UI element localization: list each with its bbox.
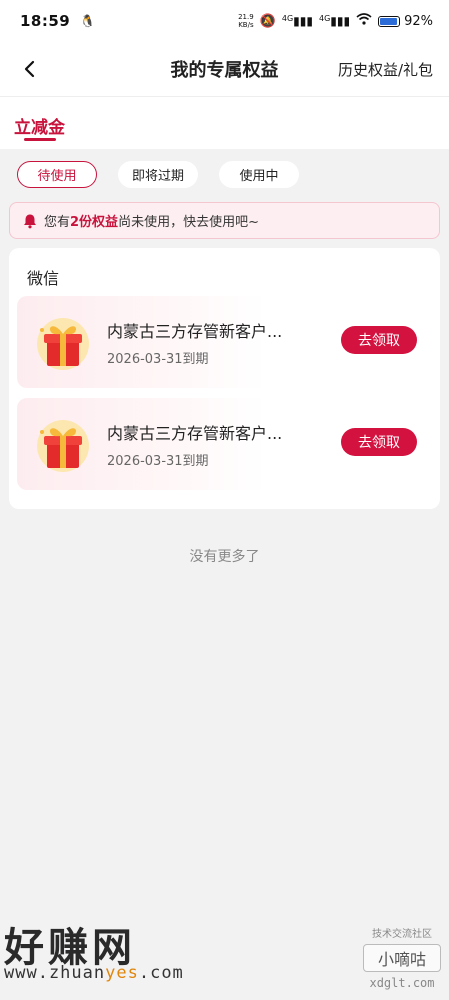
section-title: 微信 xyxy=(27,269,60,288)
watermark-url-prefix: www.zhuan xyxy=(4,963,106,983)
watermark-url-suffix: .com xyxy=(138,963,184,983)
no-more-text: 没有更多了 xyxy=(189,549,260,565)
claim-button[interactable]: 去领取 xyxy=(341,428,417,456)
category-tabs: 立减金 xyxy=(0,96,449,149)
watermark-url: www.zhuanyes.com xyxy=(4,963,184,983)
list-item[interactable]: 内蒙古三方存管新客户... 2026-03-31到期 去领取 xyxy=(17,296,431,388)
tab-underline xyxy=(24,138,56,141)
item-expiry: 2026-03-31到期 xyxy=(107,352,209,367)
filter-pending[interactable]: 待使用 xyxy=(17,161,97,188)
history-link[interactable]: 历史权益/礼包 xyxy=(338,59,433,80)
net-speed-value: 21.9 xyxy=(238,13,254,21)
nav-bar: 我的专属权益 历史权益/礼包 xyxy=(0,42,449,96)
claim-button[interactable]: 去领取 xyxy=(341,326,417,354)
status-right: 21.9 KB/s 🔕 4G▮▮▮ 4G▮▮▮ 92% xyxy=(238,13,433,29)
signal-icon: 4G▮▮▮ xyxy=(281,14,313,28)
notice-suffix: 尚未使用，快去使用吧~ xyxy=(118,215,259,230)
item-expiry: 2026-03-31到期 xyxy=(107,454,209,469)
net-speed: 21.9 KB/s xyxy=(238,13,254,29)
item-name: 内蒙古三方存管新客户... xyxy=(107,424,283,443)
notice-highlight: 2份权益 xyxy=(70,215,119,230)
signal-icon-2: 4G▮▮▮ xyxy=(318,14,351,28)
gift-icon xyxy=(37,420,89,472)
mute-icon: 🔕 xyxy=(259,13,276,29)
filter-expiring[interactable]: 即将过期 xyxy=(118,161,198,188)
battery-indicator: 92% xyxy=(378,14,433,29)
wechat-section: 微信 内蒙古三方存管新客户... 2026-03-31到期 去领取 内蒙古三方存… xyxy=(9,248,440,509)
filter-in-use[interactable]: 使用中 xyxy=(219,161,299,188)
signal-label-1: 4G xyxy=(281,14,294,23)
battery-percent: 92% xyxy=(404,13,433,29)
bell-icon xyxy=(24,214,36,228)
status-bar: 18:59 🐧 21.9 KB/s 🔕 4G▮▮▮ 4G▮▮▮ 92% xyxy=(0,0,449,42)
status-time: 18:59 xyxy=(20,12,71,30)
watermark-small: 技术交流社区 xyxy=(372,929,432,940)
back-button[interactable] xyxy=(14,54,44,84)
qq-icon: 🐧 xyxy=(80,14,96,28)
battery-icon xyxy=(378,15,401,27)
filter-chips: 待使用 即将过期 使用中 xyxy=(0,160,449,190)
watermark-site: xdglt.com xyxy=(369,976,435,990)
watermark-url-highlight: yes xyxy=(105,963,139,983)
notice-banner: 您有 2份权益 尚未使用，快去使用吧~ xyxy=(9,202,440,239)
net-speed-unit: KB/s xyxy=(238,21,254,29)
list-item[interactable]: 内蒙古三方存管新客户... 2026-03-31到期 去领取 xyxy=(17,398,431,490)
signal-label-2: 4G xyxy=(318,14,331,23)
watermark-right: 技术交流社区 小嘀咕 xdglt.com xyxy=(363,925,441,990)
gift-icon xyxy=(37,318,89,370)
watermark-box: 小嘀咕 xyxy=(363,944,441,972)
chevron-left-icon xyxy=(24,60,35,78)
item-name: 内蒙古三方存管新客户... xyxy=(107,322,283,341)
wifi-icon xyxy=(356,13,372,29)
tab-discount[interactable]: 立减金 xyxy=(14,113,65,138)
notice-prefix: 您有 xyxy=(44,215,71,230)
